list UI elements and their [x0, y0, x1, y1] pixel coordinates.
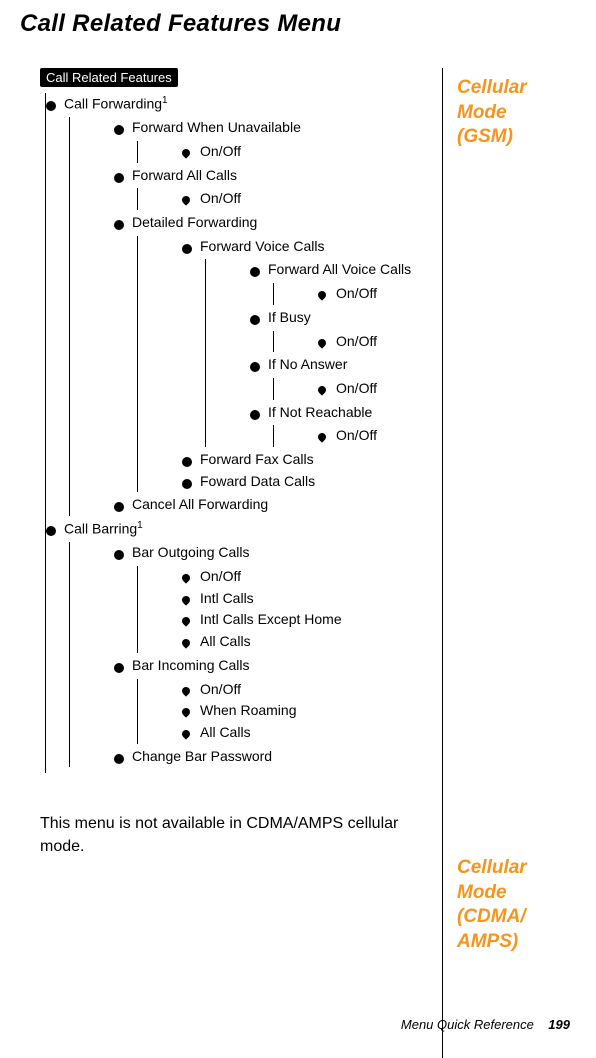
label: Forward When Unavailable: [132, 119, 301, 135]
tree-node-df: Detailed Forwarding Forward Voice Calls …: [114, 212, 442, 492]
label: If Not Reachable: [268, 404, 372, 420]
label: Change Bar Password: [132, 748, 272, 764]
tree-node-inr: If Not Reachable On/Off: [250, 402, 442, 447]
leaf-onoff: On/Off: [318, 331, 442, 353]
side-label-gsm: Cellular Mode (GSM): [457, 76, 527, 150]
line: Mode: [457, 101, 527, 126]
line: Mode: [457, 881, 527, 906]
label: Foward Data Calls: [200, 473, 315, 489]
label: Forward All Calls: [132, 167, 237, 183]
tree-node-ib: If Busy On/Off: [250, 307, 442, 352]
label: Detailed Forwarding: [132, 214, 257, 230]
label: Call Barring: [64, 521, 137, 537]
label: Forward Voice Calls: [200, 238, 325, 254]
leaf: On/Off: [182, 679, 442, 701]
label: Call Forwarding: [64, 96, 162, 112]
page-number: 199: [548, 1017, 570, 1032]
line: Cellular: [457, 76, 527, 101]
label: Bar Incoming Calls: [132, 657, 250, 673]
leaf-onoff: On/Off: [318, 425, 442, 447]
sup: 1: [162, 95, 168, 106]
tree-node-cbp: Change Bar Password: [114, 746, 442, 768]
tree-node-call-forwarding: Call Forwarding1 Forward When Unavailabl…: [46, 93, 442, 516]
tree-node-fvc: Forward Voice Calls Forward All Voice Ca…: [182, 236, 442, 447]
footer: Menu Quick Reference 199: [401, 1017, 570, 1032]
tree-node-caf: Cancel All Forwarding: [114, 494, 442, 516]
tree-node-ina: If No Answer On/Off: [250, 354, 442, 399]
menu-tree: Call Forwarding1 Forward When Unavailabl…: [40, 93, 442, 773]
cdma-note: This menu is not available in CDMA/AMPS …: [40, 813, 442, 858]
menu-badge: Call Related Features: [40, 68, 178, 87]
main-column: Call Related Features Call Forwarding1 F…: [0, 68, 442, 1058]
leaf: Intl Calls Except Home: [182, 609, 442, 631]
leaf: Intl Calls: [182, 588, 442, 610]
footer-text: Menu Quick Reference: [401, 1017, 534, 1032]
line: AMPS): [457, 930, 527, 955]
label: If Busy: [268, 309, 311, 325]
line: Cellular: [457, 856, 527, 881]
line: (CDMA/: [457, 905, 527, 930]
tree-node-boc: Bar Outgoing Calls On/Off Intl Calls Int…: [114, 542, 442, 652]
sidebar: Cellular Mode (GSM) Cellular Mode (CDMA/…: [442, 68, 596, 1058]
line: (GSM): [457, 125, 527, 150]
label: Forward All Voice Calls: [268, 261, 411, 277]
leaf-onoff: On/Off: [318, 378, 442, 400]
leaf-onoff: On/Off: [182, 188, 442, 210]
label: Cancel All Forwarding: [132, 496, 268, 512]
tree-node-bic: Bar Incoming Calls On/Off When Roaming A…: [114, 655, 442, 744]
tree-node-fac: Forward All Calls On/Off: [114, 165, 442, 210]
leaf-onoff: On/Off: [182, 141, 442, 163]
sup: 1: [137, 520, 143, 531]
side-label-cdma: Cellular Mode (CDMA/ AMPS): [457, 856, 527, 955]
label: Bar Outgoing Calls: [132, 544, 250, 560]
tree-node-call-barring: Call Barring1 Bar Outgoing Calls On/Off …: [46, 518, 442, 767]
tree-node-fdc: Foward Data Calls: [182, 471, 442, 493]
leaf: On/Off: [182, 566, 442, 588]
leaf: All Calls: [182, 722, 442, 744]
leaf-onoff: On/Off: [318, 283, 442, 305]
page-title: Call Related Features Menu: [0, 0, 596, 38]
label: If No Answer: [268, 356, 347, 372]
label: Forward Fax Calls: [200, 451, 314, 467]
tree-node-fwu: Forward When Unavailable On/Off: [114, 117, 442, 162]
leaf: When Roaming: [182, 700, 442, 722]
tree-node-ffc: Forward Fax Calls: [182, 449, 442, 471]
leaf: All Calls: [182, 631, 442, 653]
tree-node-favc: Forward All Voice Calls On/Off: [250, 259, 442, 304]
